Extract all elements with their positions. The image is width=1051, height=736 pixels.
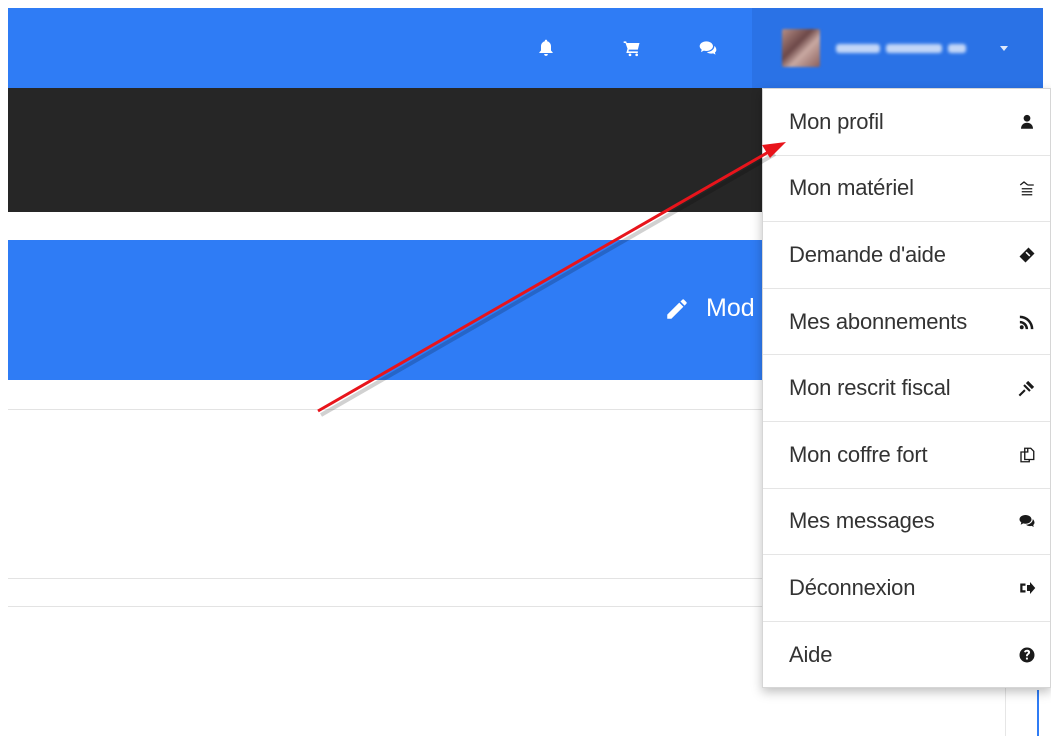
bell-icon[interactable] bbox=[534, 36, 558, 60]
menu-item-label: Mon matériel bbox=[789, 175, 914, 201]
menu-item-subscriptions[interactable]: Mes abonnements bbox=[763, 289, 1050, 356]
pencil-icon bbox=[667, 298, 687, 319]
copy-icon bbox=[1016, 444, 1038, 466]
divider bbox=[8, 578, 763, 579]
menu-item-logout[interactable]: Déconnexion bbox=[763, 555, 1050, 622]
menu-item-help-request[interactable]: Demande d'aide bbox=[763, 222, 1050, 289]
menu-item-safe[interactable]: Mon coffre fort bbox=[763, 422, 1050, 489]
menu-item-help[interactable]: Aide bbox=[763, 622, 1050, 689]
rss-icon bbox=[1016, 311, 1038, 333]
help-request-icon bbox=[1016, 244, 1038, 266]
menu-item-label: Demande d'aide bbox=[789, 241, 946, 267]
menu-item-label: Mes abonnements bbox=[789, 308, 967, 334]
divider bbox=[8, 606, 763, 607]
cart-icon[interactable] bbox=[620, 36, 644, 60]
divider bbox=[8, 409, 763, 410]
menu-item-messages[interactable]: Mes messages bbox=[763, 489, 1050, 556]
avatar bbox=[782, 29, 820, 67]
menu-item-label: Mon rescrit fiscal bbox=[789, 375, 951, 401]
top-navbar bbox=[8, 8, 1043, 88]
comments-icon bbox=[1016, 510, 1038, 532]
menu-item-label: Déconnexion bbox=[789, 574, 916, 600]
menu-item-label: Mon profil bbox=[789, 108, 884, 134]
user-dropdown-menu: Mon profil Mon matériel Demande d'aide M… bbox=[762, 88, 1051, 688]
edit-button[interactable]: Mod bbox=[664, 294, 755, 323]
menu-item-tax-ruling[interactable]: Mon rescrit fiscal bbox=[763, 355, 1050, 422]
edit-label: Mod bbox=[706, 294, 755, 322]
question-circle-icon bbox=[1016, 644, 1038, 666]
gavel-icon bbox=[1016, 377, 1038, 399]
menu-item-label: Mon coffre fort bbox=[789, 441, 928, 467]
chevron-down-icon bbox=[1000, 45, 1008, 51]
comments-icon[interactable] bbox=[696, 36, 720, 60]
scroll-edge bbox=[1005, 688, 1043, 736]
menu-item-label: Aide bbox=[789, 642, 833, 668]
profile-banner: Mod bbox=[8, 240, 763, 380]
menu-item-equipment[interactable]: Mon matériel bbox=[763, 156, 1050, 223]
user-name-blurred bbox=[836, 41, 996, 55]
equipment-icon bbox=[1016, 177, 1038, 199]
dark-header-band bbox=[8, 88, 763, 212]
menu-item-label: Mes messages bbox=[789, 508, 935, 534]
menu-item-profile[interactable]: Mon profil bbox=[763, 89, 1050, 156]
sign-out-icon bbox=[1016, 577, 1038, 599]
user-icon bbox=[1016, 111, 1038, 133]
user-menu-toggle[interactable] bbox=[752, 8, 1043, 88]
